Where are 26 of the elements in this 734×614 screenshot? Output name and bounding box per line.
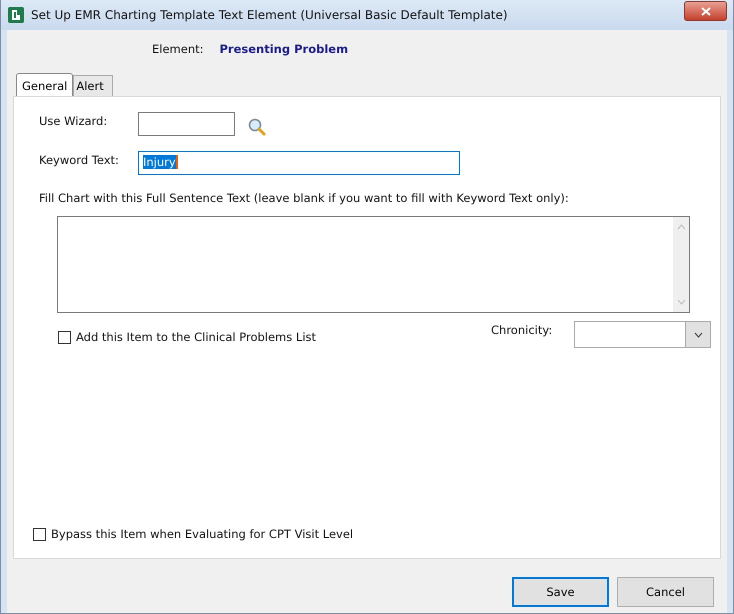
- dialog-button[interactable]: Cancel: [617, 577, 714, 607]
- scroll-up-icon: [676, 224, 686, 230]
- wizard-field[interactable]: [138, 112, 235, 136]
- sentence-text-area[interactable]: [57, 216, 690, 313]
- tab[interactable]: Alert: [73, 75, 113, 96]
- scroll-down-icon: [676, 299, 686, 305]
- element-value: Presenting Problem: [220, 42, 348, 56]
- scrollbar[interactable]: [673, 217, 689, 312]
- checkbox[interactable]: Bypass this Item when Evaluating for CPT Visit Level: [33, 527, 354, 541]
- field-value: Injury: [143, 155, 178, 169]
- field-label: Chronicity:: [491, 323, 552, 337]
- close-icon: [700, 6, 710, 16]
- checkbox[interactable]: Add this Item to the Clinical Problems List: [58, 330, 316, 344]
- window-title: Set Up EMR Charting Template Text Element (Universal Basic Default Template): [31, 8, 508, 22]
- close-button[interactable]: [684, 1, 727, 21]
- field-label: Use Wizard:: [39, 113, 108, 130]
- dialog-button[interactable]: Save: [512, 577, 609, 607]
- keyword-field[interactable]: Injury: [138, 151, 460, 175]
- field-label: Keyword Text:: [39, 152, 120, 169]
- tab[interactable]: General: [16, 73, 74, 97]
- field-label: Fill Chart with this Full Sentence Text (leave blank if you want to fill with Keyword Text only):: [39, 191, 570, 205]
- app-icon: [8, 7, 24, 23]
- chronicity-dropdown[interactable]: [574, 321, 712, 348]
- search-icon[interactable]: [248, 118, 266, 136]
- chevron-down-icon: [694, 332, 703, 338]
- element-label: Element:: [152, 42, 204, 56]
